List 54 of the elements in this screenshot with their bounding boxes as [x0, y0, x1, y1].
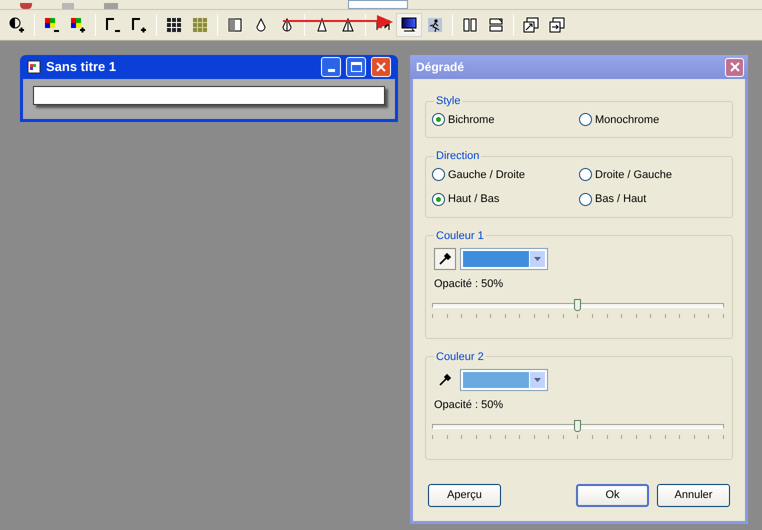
page-fold-icon[interactable] — [488, 17, 504, 33]
close-button[interactable] — [371, 57, 391, 77]
document-icon — [27, 60, 41, 74]
eyedropper-icon — [438, 252, 452, 266]
group-title: Style — [435, 94, 462, 109]
close-button[interactable] — [725, 58, 744, 76]
radio-button[interactable] — [579, 168, 592, 182]
radio-option[interactable]: Monochrome — [579, 112, 726, 128]
opacity-slider[interactable] — [432, 420, 724, 442]
radio-option[interactable]: Gauche / Droite — [432, 166, 579, 183]
slider-thumb[interactable] — [574, 420, 581, 432]
opacity-slider[interactable] — [432, 298, 724, 320]
contrast-plus-icon[interactable] — [9, 17, 25, 33]
close-icon — [730, 62, 740, 72]
dialog-title: Dégradé — [416, 59, 464, 76]
dialog-button[interactable]: Ok — [576, 484, 649, 507]
window-title: Sans titre 1 — [46, 58, 118, 76]
cone-split-icon[interactable] — [340, 17, 356, 33]
radio-button[interactable] — [579, 113, 592, 126]
eyedropper-icon — [438, 373, 452, 387]
radio-option[interactable]: Bichrome — [432, 112, 579, 128]
group-title: Couleur 2 — [435, 350, 485, 364]
radio-option[interactable]: Droite / Gauche — [579, 166, 726, 183]
gradient-icon[interactable] — [401, 17, 417, 33]
eyedropper-button[interactable] — [434, 248, 456, 270]
image-arrow-icon[interactable] — [523, 17, 539, 33]
gamma-minus-icon[interactable] — [105, 17, 121, 33]
radio-button[interactable] — [432, 192, 445, 206]
radio-option[interactable]: Haut / Bas — [432, 191, 579, 208]
slider-thumb[interactable] — [574, 298, 581, 310]
page-columns-icon[interactable] — [462, 17, 478, 33]
close-icon — [376, 62, 386, 72]
dialog-button[interactable]: Aperçu — [428, 484, 501, 507]
group-title: Direction — [435, 149, 480, 164]
runner-icon[interactable] — [427, 17, 443, 33]
radio-option[interactable]: Bas / Haut — [579, 191, 726, 208]
color-dropdown[interactable] — [460, 248, 548, 270]
radio-button[interactable] — [432, 168, 445, 182]
image-arrow-icon[interactable] — [549, 17, 565, 33]
opacity-label: Opacité : 50% — [434, 277, 504, 292]
color-plus-icon[interactable] — [70, 17, 86, 33]
half-square-icon[interactable] — [227, 17, 243, 33]
text-field[interactable] — [33, 86, 385, 105]
maximize-button[interactable] — [346, 57, 366, 77]
minimize-button[interactable] — [321, 57, 341, 77]
radio-button[interactable] — [432, 113, 445, 126]
group-title: Couleur 1 — [435, 228, 485, 244]
gamma-plus-icon[interactable] — [131, 17, 147, 33]
radio-button[interactable] — [579, 192, 592, 206]
color-minus-icon[interactable] — [44, 17, 60, 33]
zoom-field[interactable] — [348, 0, 408, 9]
color-dropdown[interactable] — [460, 369, 548, 391]
dialog-button[interactable]: Annuler — [657, 484, 730, 507]
opacity-label: Opacité : 50% — [434, 398, 504, 413]
